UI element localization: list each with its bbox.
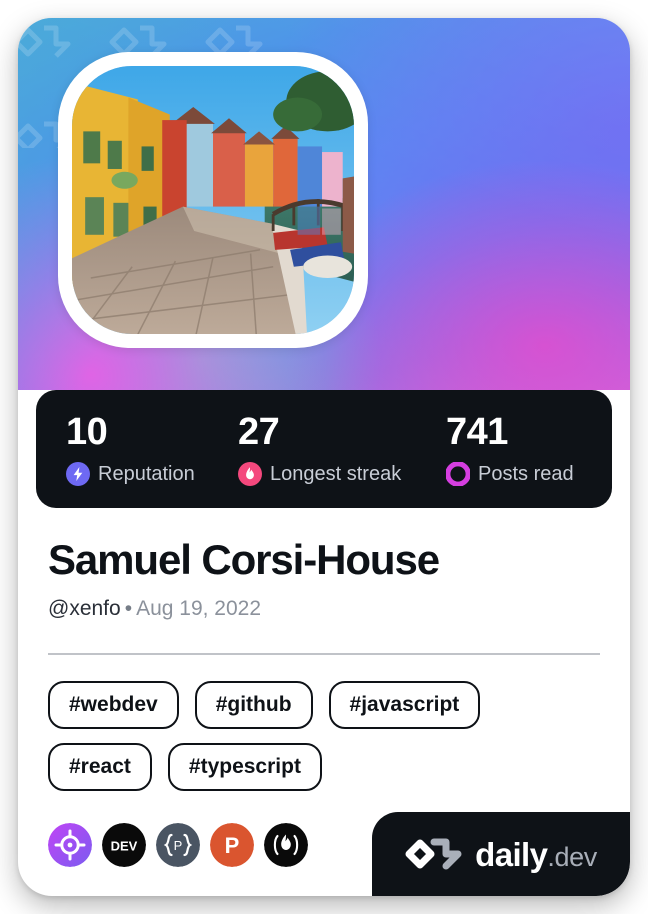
profile-handle: @xenfo xyxy=(48,597,121,621)
dev-icon[interactable]: DEV xyxy=(102,823,146,868)
tag-chip[interactable]: #javascript xyxy=(328,681,481,730)
crosshair-icon[interactable] xyxy=(48,823,92,868)
lightning-bolt-icon xyxy=(66,461,90,486)
stat-longest-streak: 27 Longest streak xyxy=(238,413,446,486)
stat-posts-read: 741 Posts read xyxy=(446,413,574,486)
stat-reputation: 10 Reputation xyxy=(66,413,238,486)
meta-separator: • xyxy=(124,597,133,621)
tag-chip[interactable]: #react xyxy=(48,743,152,792)
tag-chip[interactable]: #webdev xyxy=(48,681,179,730)
stat-label-row: Reputation xyxy=(66,461,238,486)
avatar xyxy=(72,66,354,334)
tag-chip[interactable]: #github xyxy=(194,681,313,730)
producthunt-label: P xyxy=(225,833,240,858)
stats-bar: 10 Reputation 27 Longest streak 741 Post… xyxy=(36,390,612,508)
brand-secondary: .dev xyxy=(547,841,597,872)
stat-label: Reputation xyxy=(98,462,195,485)
stat-value: 10 xyxy=(66,410,108,453)
polywork-label: P xyxy=(174,838,183,853)
ring-icon xyxy=(446,461,470,486)
flame-circle-icon[interactable] xyxy=(264,823,308,868)
avatar-frame xyxy=(58,52,368,348)
daily-dev-wordmark: daily .dev xyxy=(475,838,597,871)
cover-header xyxy=(18,18,630,390)
joined-date: Aug 19, 2022 xyxy=(136,597,262,621)
profile-meta: @xenfo • Aug 19, 2022 xyxy=(48,598,630,619)
daily-dev-logo-icon xyxy=(405,838,462,870)
avatar-photo xyxy=(72,66,354,334)
stat-label: Posts read xyxy=(478,462,574,485)
stat-value: 741 xyxy=(446,410,508,453)
devcard: 10 Reputation 27 Longest streak 741 Post… xyxy=(18,18,630,896)
divider xyxy=(48,653,600,656)
stat-label: Longest streak xyxy=(270,462,402,485)
tag-list: #webdev #github #javascript #react #type… xyxy=(48,681,600,792)
braces-p-icon[interactable]: P xyxy=(156,823,200,868)
stat-value: 27 xyxy=(238,410,280,453)
daily-dev-footer: daily .dev xyxy=(372,812,630,896)
brand-primary: daily xyxy=(475,835,548,873)
page-title: Samuel Corsi-House xyxy=(48,536,440,583)
stat-label-row: Posts read xyxy=(446,461,574,486)
dev-label: DEV xyxy=(111,839,138,854)
ph-p-icon[interactable]: P xyxy=(210,823,254,868)
tag-chip[interactable]: #typescript xyxy=(167,743,322,792)
flame-icon xyxy=(238,461,262,486)
stat-label-row: Longest streak xyxy=(238,461,446,486)
